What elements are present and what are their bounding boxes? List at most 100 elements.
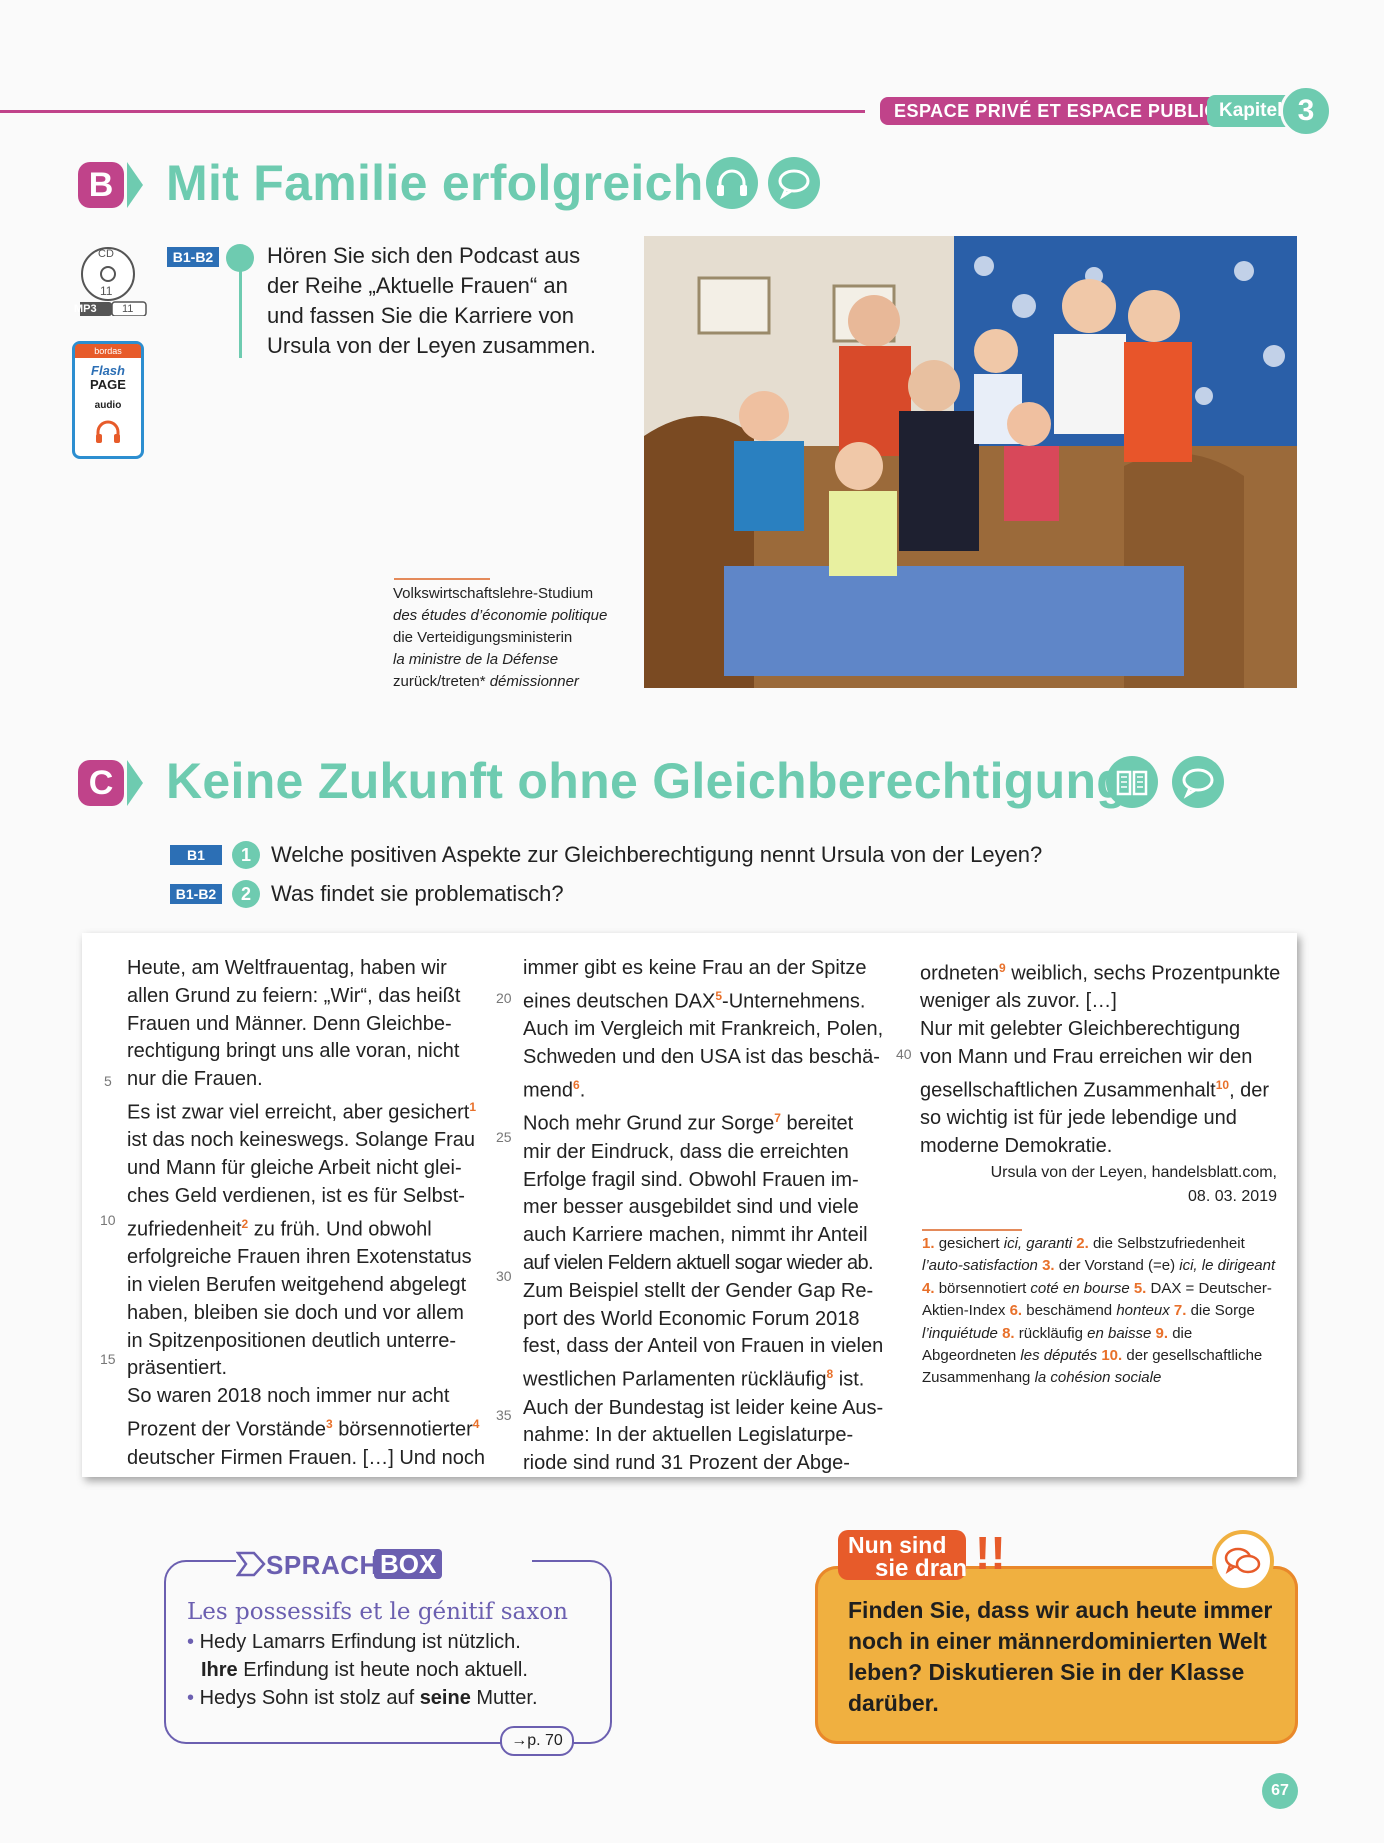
article-source: Ursula von der Leyen, handelsblatt.com, … xyxy=(985,1161,1277,1209)
page-number: 67 xyxy=(1262,1773,1298,1809)
footnotes: 1. gesichert ici, garanti 2. die Selbstz… xyxy=(922,1233,1282,1390)
footnote-de: die Selbstzufriedenheit xyxy=(1092,1235,1245,1252)
article-line-rest: börsennotierter xyxy=(332,1418,473,1441)
footnote-mark: 10 xyxy=(1215,1077,1230,1092)
mp3-track: 11 xyxy=(122,303,134,315)
article-line: ist das noch keineswegs. Solange Frau xyxy=(127,1129,475,1152)
article-line: westlichen Parlamenten rückläufig xyxy=(523,1368,827,1391)
task-b-instruction: Hören Sie sich den Podcast aus der Reihe… xyxy=(267,241,596,361)
sprachbox-example-text: Erfindung ist heute noch aktuell. xyxy=(237,1659,528,1681)
article-line: Prozent der Vorstände xyxy=(127,1418,327,1441)
page-reference-link[interactable]: →p. 70 xyxy=(500,1726,574,1756)
line-number: 30 xyxy=(496,1268,512,1284)
task-line-3: und fassen Sie die Karriere von xyxy=(267,303,574,328)
footnote-mark: 3 xyxy=(326,1417,333,1432)
article-line: eines deutschen DAX xyxy=(523,990,716,1013)
article-line: in Spitzenpositionen deutlich unterre- xyxy=(127,1329,457,1352)
footnote-number: 10. xyxy=(1101,1347,1123,1365)
line-number: 5 xyxy=(104,1073,112,1089)
discussion-prompt: Finden Sie, dass wir auch heute immer no… xyxy=(848,1597,1273,1716)
footnote-number: 3. xyxy=(1042,1257,1055,1275)
article-line: erfolgreiche Frauen ihren Exotenstatus xyxy=(127,1246,472,1269)
footnote-de: gesichert xyxy=(938,1235,1000,1252)
task-line-4: Ursula von der Leyen zusammen. xyxy=(267,333,596,358)
glossary-fr: des études d’économie politique xyxy=(393,607,608,624)
line-number: 15 xyxy=(100,1351,116,1367)
flash-headphones-icon xyxy=(96,420,120,443)
article-line: deutscher Firmen Frauen. […] Und noch xyxy=(127,1446,485,1469)
article-column-3: ordneten9 weiblich, sechs Prozentpunkte … xyxy=(920,955,1280,1161)
article-line: mir der Eindruck, dass die erreichten xyxy=(523,1140,849,1163)
sprachbox-example-text: Hedy Lamarrs Erfindung ist nützlich. xyxy=(199,1631,521,1653)
article-card: Heute, am Weltfrauentag, haben wir allen… xyxy=(82,933,1297,1477)
section-b-arrow-icon xyxy=(127,162,143,208)
headphones-icon xyxy=(706,157,758,209)
speech-bubble-icon xyxy=(1172,756,1224,808)
article-line: Erfolge fragil sind. Obwohl Frauen im- xyxy=(523,1168,859,1191)
line-number: 25 xyxy=(496,1129,512,1145)
article-line: riode sind rund 31 Prozent der Abge- xyxy=(523,1452,850,1475)
section-c-arrow-icon xyxy=(127,760,143,806)
footnote-fr: coté en bourse xyxy=(1030,1279,1130,1297)
sprachbox-example-3: • Hedys Sohn ist stolz auf seine Mutter. xyxy=(187,1687,538,1709)
glossary: Volkswirtschaftslehre-Studium des études… xyxy=(393,583,607,693)
article-line: Nur mit gelebter Gleichberechtigung xyxy=(920,1018,1241,1041)
question-number: 2 xyxy=(232,880,260,908)
glossary-fr: démissionner xyxy=(489,673,579,690)
glossary-de: Volkswirtschaftslehre-Studium xyxy=(393,585,594,602)
footnote-rule xyxy=(922,1229,1022,1231)
article-column-1: Heute, am Weltfrauentag, haben wir allen… xyxy=(127,955,485,1472)
section-b-letter: B xyxy=(78,162,124,208)
article-line: mer besser ausgebildet sind und viele xyxy=(523,1196,859,1219)
line-number: 20 xyxy=(496,990,512,1006)
task-line xyxy=(239,270,242,358)
cd-icon: CD 11 MP3 11 xyxy=(70,246,148,321)
question-number: 1 xyxy=(232,841,260,869)
cd-label: CD xyxy=(98,248,114,260)
mp3-label: MP3 xyxy=(74,303,97,315)
discussion-chat-icon xyxy=(1212,1530,1274,1592)
article-line: Zum Beispiel stellt der Gender Gap Re- xyxy=(523,1279,874,1302)
article-line: präsentiert. xyxy=(127,1357,228,1380)
article-line: Frauen und Männer. Denn Gleichbe- xyxy=(127,1012,452,1035)
article-line: so wichtig ist für jede lebendige und xyxy=(920,1107,1237,1130)
footnote-fr: l’inquiétude xyxy=(922,1324,998,1342)
article-line: nahme: In der aktuellen Legislaturpe- xyxy=(523,1424,854,1447)
footnote-number: 2. xyxy=(1076,1235,1089,1252)
kapitel-number: 3 xyxy=(1280,85,1332,137)
article-line: immer gibt es keine Frau an der Spitze xyxy=(523,957,867,979)
sprachbox-example-text: Hedys Sohn ist stolz auf xyxy=(199,1687,420,1709)
footnote-de: die Sorge xyxy=(1190,1302,1255,1320)
flash-page-brand: bordas xyxy=(75,344,141,358)
footnote-fr: la cohésion sociale xyxy=(1034,1369,1162,1387)
footnote-number: 4. xyxy=(922,1279,935,1297)
footnote-number: 5. xyxy=(1133,1279,1147,1297)
footnote-number: 8. xyxy=(1002,1324,1015,1342)
footnote-mark: 4 xyxy=(472,1417,480,1432)
article-line: haben, bleiben sie doch und vor allem xyxy=(127,1301,464,1324)
line-number: 35 xyxy=(496,1407,512,1423)
article-line: Noch mehr Grund zur Sorge xyxy=(523,1112,775,1135)
flash-page-line3: audio xyxy=(94,400,122,411)
footnote-fr: ici, garanti xyxy=(1003,1235,1073,1252)
footnote-fr: l’auto-satisfaction xyxy=(922,1257,1038,1275)
article-line-rest: ist. xyxy=(833,1368,865,1391)
section-c-title: Keine Zukunft ohne Gleichberechtigung xyxy=(166,753,1128,809)
glossary-de: zurück/treten* xyxy=(393,673,486,690)
article-line-rest: -Unternehmens. xyxy=(722,990,866,1013)
sprachbox-bold-word: Ihre xyxy=(201,1659,238,1681)
source-line: 08. 03. 2019 xyxy=(1188,1188,1277,1205)
footnote-de: beschämend xyxy=(1026,1302,1113,1320)
line-number: 40 xyxy=(896,1046,912,1062)
article-line: Auch der Bundestag ist leider keine Aus- xyxy=(523,1396,884,1419)
article-line-rest: bereitet xyxy=(780,1112,854,1135)
article-line: nur die Frauen. xyxy=(127,1068,263,1091)
flash-page-audio-button[interactable]: bordas Flash PAGE audio xyxy=(72,341,144,459)
footnote-number: 7. xyxy=(1173,1302,1187,1320)
article-line: fest, dass der Anteil von Frauen in viel… xyxy=(523,1335,884,1358)
level-badge: B1-B2 xyxy=(167,247,219,267)
sprachbox-box-label: BOX xyxy=(374,1549,443,1579)
book-icon xyxy=(1106,756,1158,808)
exclamation-marks: !! xyxy=(975,1527,1006,1579)
footnote-mark: 1 xyxy=(469,1099,477,1114)
